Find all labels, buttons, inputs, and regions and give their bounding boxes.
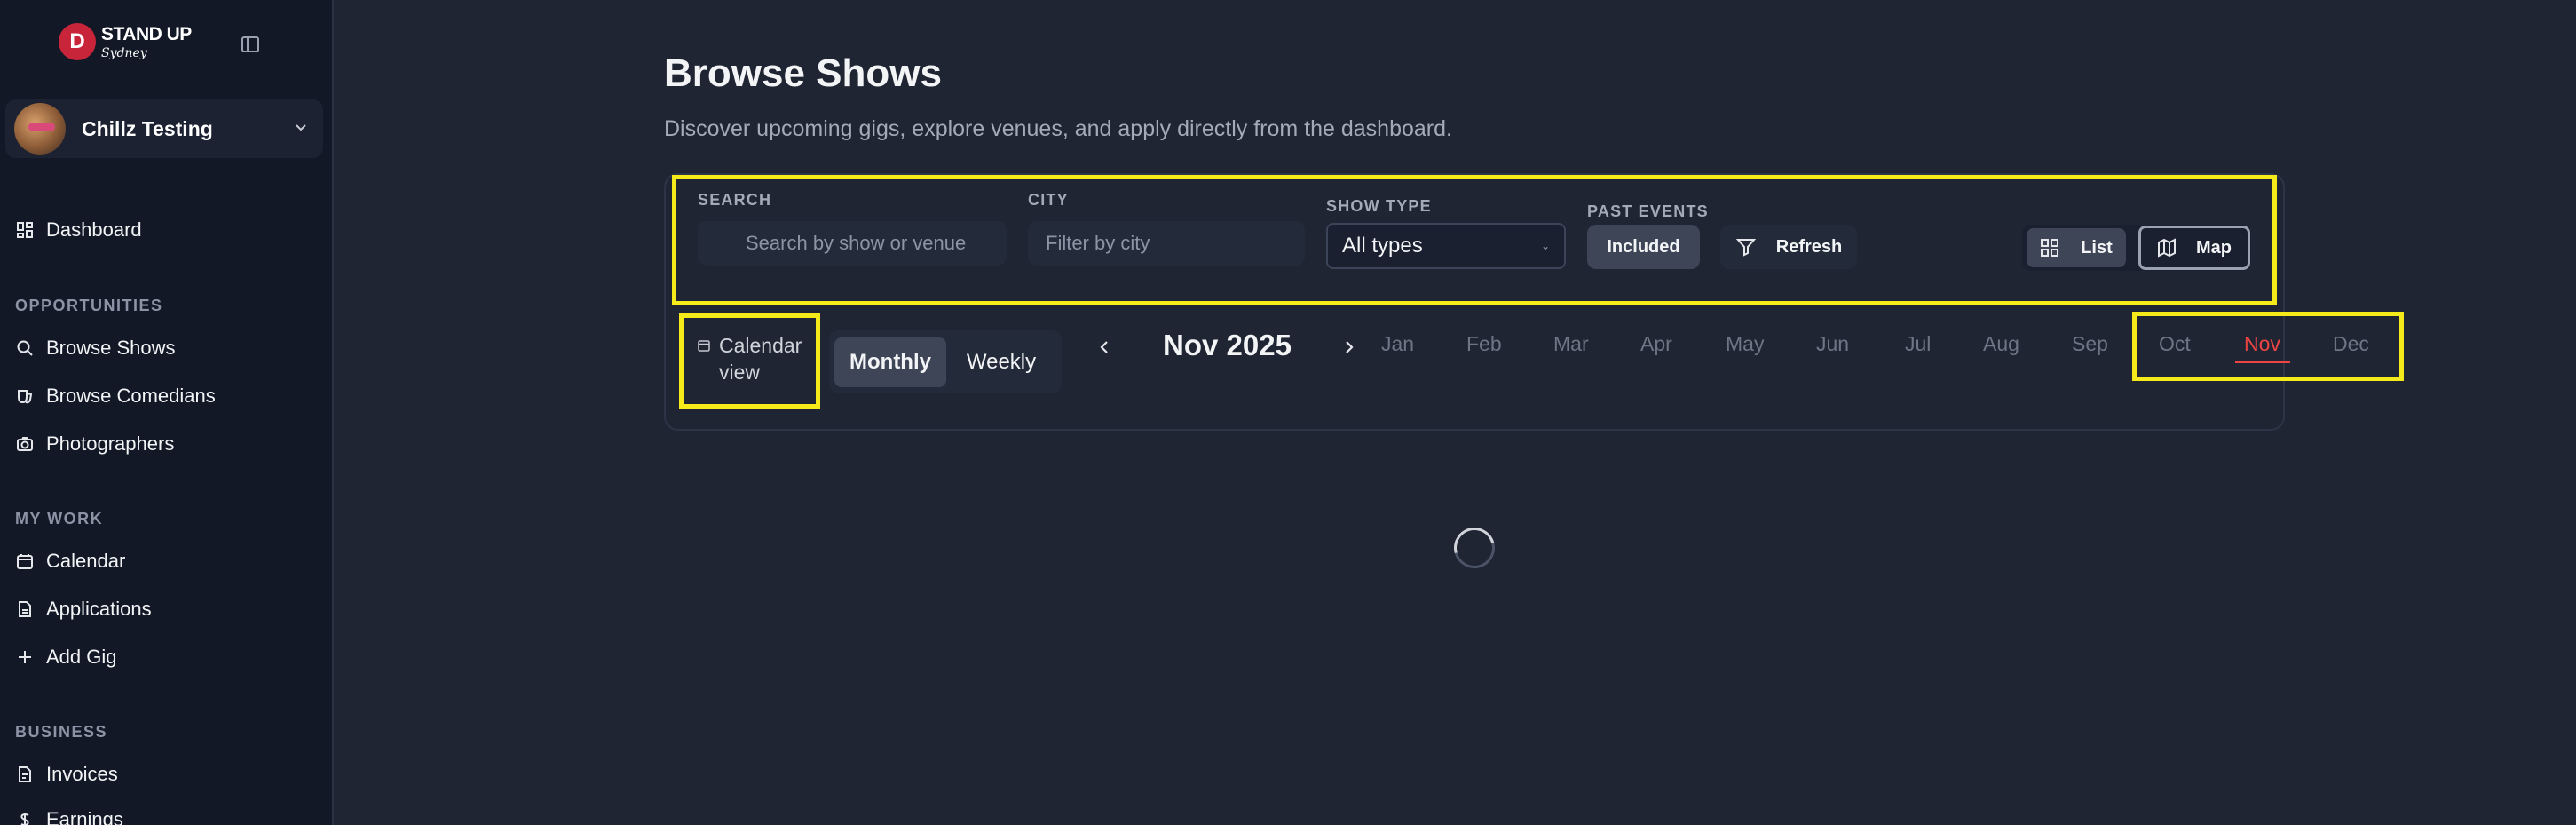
sidebar-item-label: Invoices (46, 763, 118, 785)
sidebar-item-calendar[interactable]: Calendar (16, 550, 125, 573)
month-tab-aug[interactable]: Aug (1983, 332, 2019, 356)
dollar-icon (20, 813, 29, 825)
page-subtitle: Discover upcoming gigs, explore venues, … (664, 116, 1452, 141)
current-month-label: Nov 2025 (1163, 329, 1292, 361)
brand-mark-icon: D (59, 23, 96, 60)
chevron-down-icon (293, 119, 309, 139)
chevron-right-icon (1346, 341, 1354, 353)
mode-weekly-button[interactable]: Weekly (946, 337, 1056, 387)
month-tab-jan[interactable]: Jan (1381, 332, 1414, 356)
section-my-work: MY WORK (15, 510, 104, 528)
map-icon (2158, 238, 2176, 258)
sidebar-item-applications[interactable]: Applications (16, 598, 152, 621)
mask-icon (18, 390, 33, 404)
brand-logo[interactable]: D STAND UP Sydney (59, 23, 192, 60)
sidebar-item-label: Photographers (46, 432, 175, 455)
search-input[interactable] (698, 221, 1007, 266)
refresh-button[interactable]: Refresh (1720, 225, 1857, 269)
month-tab-jul[interactable]: Jul (1905, 332, 1931, 356)
chevron-left-icon (1100, 341, 1108, 353)
month-tab-feb[interactable]: Feb (1466, 332, 1502, 356)
sidebar-item-label: Applications (46, 598, 152, 620)
user-name: Chillz Testing (82, 116, 213, 140)
sidebar-collapse-icon[interactable] (238, 32, 263, 57)
sidebar-item-browse-shows[interactable]: Browse Shows (16, 337, 176, 360)
search-label: SEARCH (698, 191, 772, 209)
calendar-icon (698, 340, 710, 352)
month-tab-mar[interactable]: Mar (1553, 332, 1589, 356)
mode-monthly-button[interactable]: Monthly (834, 337, 946, 387)
grid-icon (2041, 239, 2059, 257)
section-opportunities: OPPORTUNITIES (15, 297, 163, 314)
month-tab-sep[interactable]: Sep (2072, 332, 2108, 356)
sidebar-item-label: Browse Shows (46, 337, 176, 359)
brand-title: STAND UP (101, 23, 192, 44)
sidebar: D STAND UP Sydney Chillz Testing Dashboa… (0, 0, 334, 825)
plus-icon (19, 651, 31, 663)
sidebar-item-add-gig[interactable]: Add Gig (16, 646, 117, 669)
month-tab-dec[interactable]: Dec (2333, 332, 2369, 356)
sidebar-item-label: Calendar (46, 550, 126, 572)
view-map-label: Map (2196, 237, 2232, 258)
city-label: CITY (1028, 191, 1069, 209)
sidebar-item-photographers[interactable]: Photographers (16, 432, 174, 456)
sidebar-item-label: Earnings (46, 808, 123, 825)
month-tab-jun[interactable]: Jun (1816, 332, 1849, 356)
sidebar-item-label: Add Gig (46, 646, 117, 668)
user-switcher[interactable]: Chillz Testing (5, 99, 323, 158)
prev-month-button[interactable] (1090, 332, 1120, 362)
show-type-label: SHOW TYPE (1326, 197, 1432, 215)
calendar-icon (17, 554, 33, 569)
view-list-button[interactable]: List (2027, 228, 2126, 267)
past-events-toggle[interactable]: Included (1587, 225, 1700, 269)
active-month-indicator (2235, 361, 2290, 363)
avatar (14, 103, 66, 155)
sidebar-item-dashboard[interactable]: Dashboard (16, 218, 142, 242)
sidebar-item-label: Dashboard (46, 218, 142, 241)
view-list-label: List (2081, 237, 2113, 258)
chevron-down-icon: ⌄ (1540, 240, 1550, 252)
section-business: BUSINESS (15, 723, 108, 741)
city-input[interactable] (1028, 221, 1305, 266)
past-events-label: PAST EVENTS (1587, 202, 1709, 220)
next-month-button[interactable] (1333, 332, 1363, 362)
month-tab-may[interactable]: May (1726, 332, 1764, 356)
view-map-button[interactable]: Map (2138, 226, 2250, 270)
document-icon (19, 601, 31, 617)
sidebar-item-browse-comedians[interactable]: Browse Comedians (16, 385, 216, 408)
filter-icon (1735, 239, 1756, 257)
search-icon (17, 340, 33, 356)
show-type-select[interactable]: All types ⌄ (1326, 223, 1566, 269)
month-tab-apr[interactable]: Apr (1640, 332, 1672, 356)
calendar-view-label: Calendar view (698, 332, 802, 385)
camera-icon (17, 437, 33, 451)
sidebar-item-label: Browse Comedians (46, 385, 216, 407)
month-tab-nov[interactable]: Nov (2244, 332, 2280, 356)
sidebar-item-invoices[interactable]: Invoices (16, 763, 118, 786)
month-tab-oct[interactable]: Oct (2159, 332, 2191, 356)
dashboard-icon (17, 222, 33, 238)
sidebar-item-earnings[interactable]: Earnings (16, 808, 123, 825)
show-type-value: All types (1342, 234, 1423, 258)
loading-spinner-icon (1446, 520, 1503, 576)
page-title: Browse Shows (664, 52, 942, 95)
invoice-icon (19, 766, 31, 782)
brand-subtitle: Sydney (101, 45, 147, 60)
refresh-label: Refresh (1775, 236, 1843, 257)
